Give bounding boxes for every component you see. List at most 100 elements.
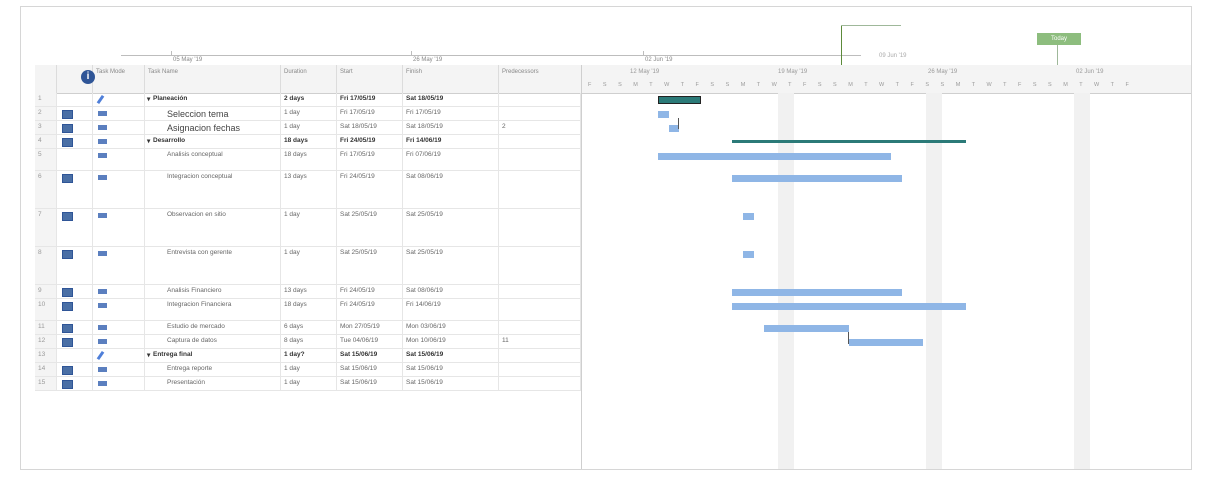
notes-indicator-icon[interactable] — [62, 250, 73, 259]
notes-indicator-icon[interactable] — [62, 124, 73, 133]
finish-cell[interactable]: Sat 18/05/19 — [403, 121, 499, 134]
predecessors-cell[interactable] — [499, 93, 581, 106]
duration-cell[interactable]: 6 days — [281, 321, 337, 334]
summary-bar[interactable] — [732, 140, 966, 143]
task-name-cell[interactable]: ▾ Desarrollo — [145, 135, 281, 148]
notes-indicator-icon[interactable] — [62, 338, 73, 347]
table-row[interactable]: 10 Integracion Financiera 18 days Fri 24/05… — [35, 299, 581, 321]
row-task-mode[interactable] — [93, 121, 145, 134]
row-indicators[interactable] — [57, 299, 93, 320]
row-task-mode[interactable] — [93, 335, 145, 348]
start-cell[interactable]: Sat 18/05/19 — [337, 121, 403, 134]
header-duration[interactable]: Duration — [281, 65, 337, 93]
collapse-caret-icon[interactable]: ▾ — [147, 137, 150, 145]
predecessors-cell[interactable] — [499, 285, 581, 298]
start-cell[interactable]: Fri 24/05/19 — [337, 171, 403, 208]
task-name-cell[interactable]: Asignacion fechas — [145, 121, 281, 134]
start-cell[interactable]: Sat 25/05/19 — [337, 247, 403, 284]
task-name-cell[interactable]: Seleccion tema — [145, 107, 281, 120]
notes-indicator-icon[interactable] — [62, 324, 73, 333]
task-name-cell[interactable]: ▾ Entrega final — [145, 349, 281, 362]
start-cell[interactable]: Fri 24/05/19 — [337, 299, 403, 320]
predecessors-cell[interactable] — [499, 171, 581, 208]
predecessors-cell[interactable] — [499, 299, 581, 320]
row-indicators[interactable] — [57, 93, 93, 106]
row-indicators[interactable] — [57, 349, 93, 362]
timeline[interactable]: 05 May '19 26 May '19 02 Jun '19 09 Jun … — [21, 7, 1191, 66]
table-row[interactable]: 7 Observacion en sitio 1 day Sat 25/05/19 Sa… — [35, 209, 581, 247]
collapse-caret-icon[interactable]: ▾ — [147, 351, 150, 359]
start-cell[interactable]: Fri 17/05/19 — [337, 149, 403, 170]
table-row[interactable]: 9 Analisis Financiero 13 days Fri 24/05/19 S… — [35, 285, 581, 299]
task-bar[interactable] — [743, 251, 754, 258]
row-indicators[interactable] — [57, 209, 93, 246]
finish-cell[interactable]: Fri 17/05/19 — [403, 107, 499, 120]
predecessors-cell[interactable]: 11 — [499, 335, 581, 348]
row-indicators[interactable] — [57, 335, 93, 348]
duration-cell[interactable]: 18 days — [281, 135, 337, 148]
duration-cell[interactable]: 1 day — [281, 121, 337, 134]
notes-indicator-icon[interactable] — [62, 138, 73, 147]
finish-cell[interactable]: Fri 14/06/19 — [403, 299, 499, 320]
task-name-cell[interactable]: Presentación — [145, 377, 281, 390]
start-cell[interactable]: Sat 15/06/19 — [337, 377, 403, 390]
table-row[interactable]: 12 Captura de datos 8 days Tue 04/06/19 Mon … — [35, 335, 581, 349]
task-name-cell[interactable]: Analisis Financiero — [145, 285, 281, 298]
finish-cell[interactable]: Sat 08/06/19 — [403, 285, 499, 298]
table-row[interactable]: 6 Integracion conceptual 13 days Fri 24/05/… — [35, 171, 581, 209]
task-name-cell[interactable]: Estudio de mercado — [145, 321, 281, 334]
duration-cell[interactable]: 1 day — [281, 363, 337, 376]
row-indicators[interactable] — [57, 171, 93, 208]
predecessors-cell[interactable] — [499, 363, 581, 376]
table-row[interactable]: 15 Presentación 1 day Sat 15/06/19 Sat 15/06… — [35, 377, 581, 391]
start-cell[interactable]: Sat 15/06/19 — [337, 363, 403, 376]
duration-cell[interactable]: 13 days — [281, 171, 337, 208]
notes-indicator-icon[interactable] — [62, 110, 73, 119]
duration-cell[interactable]: 2 days — [281, 93, 337, 106]
row-indicators[interactable] — [57, 363, 93, 376]
start-cell[interactable]: Fri 17/05/19 — [337, 107, 403, 120]
task-bar[interactable] — [732, 289, 902, 296]
start-cell[interactable]: Mon 27/05/19 — [337, 321, 403, 334]
notes-indicator-icon[interactable] — [62, 302, 73, 311]
header-indicators[interactable]: i — [57, 65, 95, 93]
header-start[interactable]: Start — [337, 65, 403, 93]
finish-cell[interactable]: Sat 15/06/19 — [403, 349, 499, 362]
finish-cell[interactable]: Sat 18/05/19 — [403, 93, 499, 106]
table-row[interactable]: 11 Estudio de mercado 6 days Mon 27/05/19 Mo… — [35, 321, 581, 335]
task-name-cell[interactable]: Integracion conceptual — [145, 171, 281, 208]
table-row[interactable]: 5 Analisis conceptual 18 days Fri 17/05/19 F… — [35, 149, 581, 171]
row-indicators[interactable] — [57, 321, 93, 334]
finish-cell[interactable]: Mon 10/06/19 — [403, 335, 499, 348]
predecessors-cell[interactable] — [499, 107, 581, 120]
gantt-chart[interactable]: 12 May '19 19 May '19 26 May '19 02 Jun … — [581, 65, 1191, 469]
start-cell[interactable]: Fri 24/05/19 — [337, 135, 403, 148]
duration-cell[interactable]: 1 day — [281, 377, 337, 390]
row-task-mode[interactable] — [93, 171, 145, 208]
predecessors-cell[interactable] — [499, 321, 581, 334]
finish-cell[interactable]: Sat 25/05/19 — [403, 247, 499, 284]
notes-indicator-icon[interactable] — [62, 380, 73, 389]
row-indicators[interactable] — [57, 121, 93, 134]
start-cell[interactable]: Sat 25/05/19 — [337, 209, 403, 246]
row-task-mode[interactable] — [93, 299, 145, 320]
duration-cell[interactable]: 1 day — [281, 209, 337, 246]
table-row[interactable]: 14 Entrega reporte 1 day Sat 15/06/19 Sat 15… — [35, 363, 581, 377]
duration-cell[interactable]: 18 days — [281, 299, 337, 320]
row-task-mode[interactable] — [93, 149, 145, 170]
row-task-mode[interactable] — [93, 321, 145, 334]
predecessors-cell[interactable]: 2 — [499, 121, 581, 134]
row-indicators[interactable] — [57, 107, 93, 120]
finish-cell[interactable]: Mon 03/06/19 — [403, 321, 499, 334]
notes-indicator-icon[interactable] — [62, 288, 73, 297]
row-task-mode[interactable] — [93, 93, 145, 106]
row-indicators[interactable] — [57, 285, 93, 298]
row-task-mode[interactable] — [93, 247, 145, 284]
start-cell[interactable]: Sat 15/06/19 — [337, 349, 403, 362]
row-indicators[interactable] — [57, 247, 93, 284]
table-row[interactable]: 1 ▾ Planeación 2 days Fri 17/05/19 Sat 18/05… — [35, 93, 581, 107]
finish-cell[interactable]: Sat 15/06/19 — [403, 363, 499, 376]
task-name-cell[interactable]: Integracion Financiera — [145, 299, 281, 320]
task-name-cell[interactable]: Observacion en sitio — [145, 209, 281, 246]
task-bar[interactable] — [658, 153, 892, 160]
